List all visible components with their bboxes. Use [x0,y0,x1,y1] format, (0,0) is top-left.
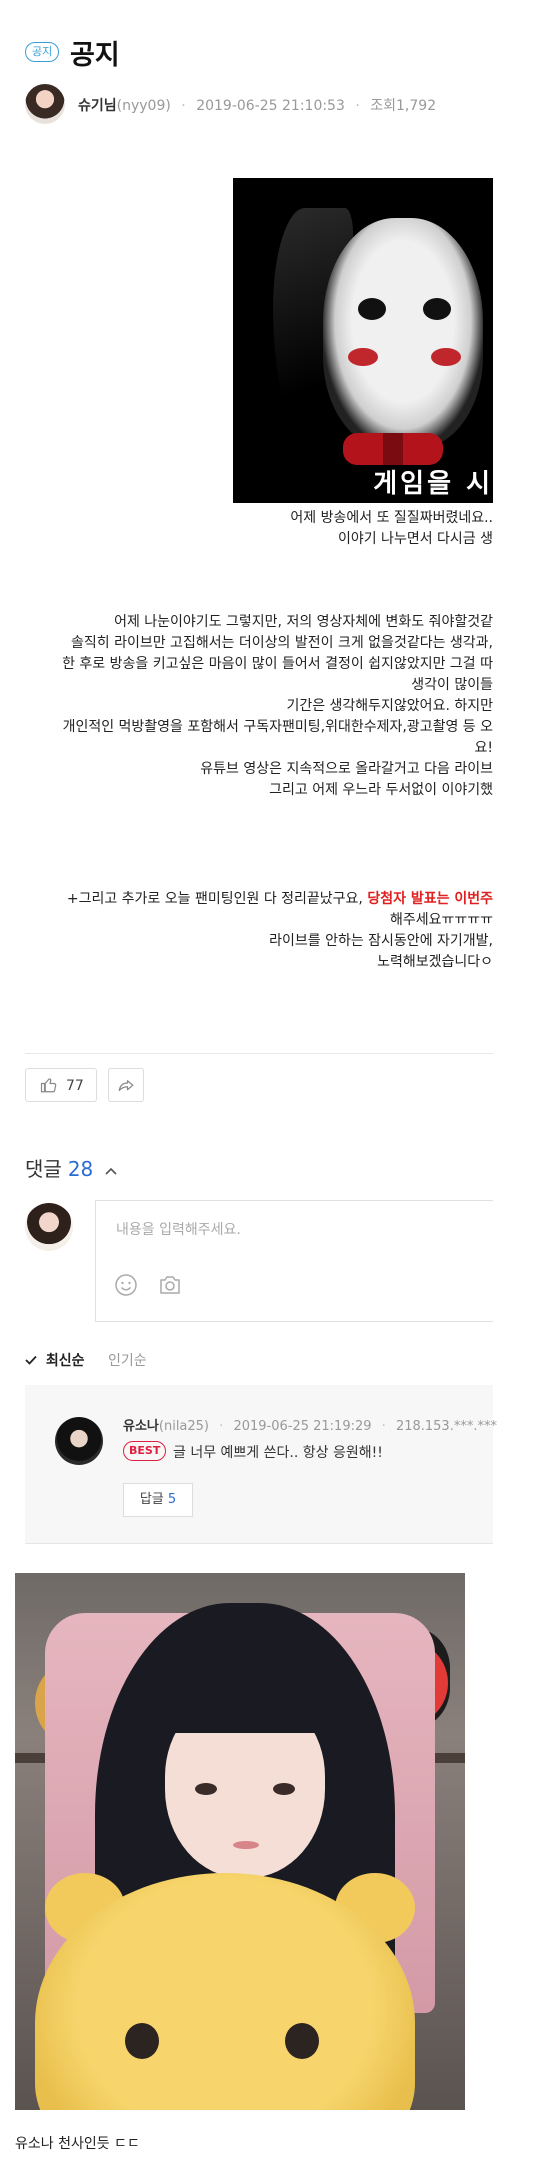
sort-latest-tab[interactable]: 최신순 [25,1350,85,1370]
article-line: 그리고 어제 우느라 두서없이 이야기했 [269,782,493,798]
emoji-icon[interactable] [114,1273,138,1303]
article-line-text: +그리고 추가로 오늘 팬미팅인원 다 정리끝났구요, [66,891,368,907]
article-paragraph-2: 어제 나눈이야기도 그렇지만, 저의 영상자체에 변화도 줘야할것같 솔직히 라… [62,612,493,801]
like-count: 77 [66,1078,84,1094]
article-paragraph-3: +그리고 추가로 오늘 팬미팅인원 다 정리끝났구요, 당첨자 발표는 이번주 … [67,889,493,973]
article-line: 어제 방송에서 또 질질짜버렸네요.. [290,510,493,526]
article-line: 유튜브 영상은 지속적으로 올라갈거고 다음 라이브 [200,761,493,777]
comment-placeholder: 내용을 입력해주세요. [116,1222,241,1238]
author-avatar[interactable] [25,84,65,124]
author-nickname[interactable]: 슈기님 [78,98,117,114]
check-icon [25,1353,46,1369]
reply-count: 5 [167,1492,177,1507]
article-line: 이야기 나누면서 다시금 생 [337,531,493,547]
photo-eye [273,1783,295,1795]
comment-ip: 218.153.***.*** [395,1419,497,1434]
meta-separator: · [381,1419,386,1434]
post-meta: 슈기님(nyy09) · 2019-06-25 21:10:53 · 조회1,7… [78,95,436,115]
article-line: 라이브를 안하는 잠시동안에 자기개발, [269,933,493,949]
article-line: 요! [474,740,494,756]
article-line: 해주세요ㅠㅠㅠㅠ [389,912,493,928]
views-label: 조회 [370,98,397,114]
my-avatar [25,1203,73,1251]
commenter-id: (nila25) [158,1419,210,1434]
photo-pooh-eye [125,2023,159,2059]
notice-badge: 공지 [25,42,60,62]
article-line: 생각이 많이들 [411,677,493,693]
photo-bangs [155,1663,335,1733]
article-line: 개인적인 먹방촬영을 포함해서 구독자팬미팅,위대한수제자,광고촬영 등 오 [62,719,493,735]
comment-input[interactable]: 내용을 입력해주세요. [95,1200,493,1322]
sort-latest-label: 최신순 [45,1353,85,1369]
commenter-nickname[interactable]: 유소나 [123,1419,159,1434]
meta-separator: · [181,98,186,114]
reply-button[interactable]: 답글 5 [123,1483,193,1517]
thumbs-up-icon [40,1069,58,1103]
article-line: 기간은 생각해두지않았어요. 하지만 [286,698,493,714]
image-caption: 게임을 시 [373,469,493,499]
image-mask-face [323,218,483,448]
comments-header[interactable]: 댓글 28 [25,1153,117,1182]
photo-eye [195,1783,217,1795]
like-button[interactable]: 77 [25,1068,97,1102]
chevron-up-icon[interactable] [101,1165,117,1180]
article-line: 노력해보겠습니다ㅇ [377,954,493,970]
commenter-avatar[interactable] [55,1417,103,1465]
share-icon [117,1075,135,1094]
comment-datetime: 2019-06-25 21:19:29 [233,1419,372,1434]
article-line: +그리고 추가로 오늘 팬미팅인원 다 정리끝났구요, 당첨자 발표는 이번주 [67,889,493,910]
author-id: (nyy09) [116,98,171,114]
meta-separator: · [355,98,360,114]
image-mask-cheek [348,348,378,366]
article-line: 솔직히 라이브만 고집해서는 더이상의 발전이 크게 없을것같다는 생각과, [71,635,493,651]
best-comment: 유소나(nila25) · 2019-06-25 21:19:29 · 218.… [25,1385,497,1544]
post-title: 공지 [70,40,120,71]
image-mask-eye [358,298,386,320]
image-mask-eye [423,298,451,320]
sort-popular-tab[interactable]: 인기순 [108,1350,147,1370]
image-bow-tie [343,433,443,465]
best-badge: BEST [123,1441,167,1461]
article-paragraph-1: 어제 방송에서 또 질질짜버렸네요.. 이야기 나누면서 다시금 생 [290,508,493,550]
article-line: 어제 나눈이야기도 그렇지만, 저의 영상자체에 변화도 줘야할것같 [114,614,493,630]
photo-lips [233,1841,259,1849]
post-datetime: 2019-06-25 21:10:53 [196,98,345,114]
photo-caption: 유소나 천사인듯 ㄷㄷ [15,2136,140,2152]
meta-separator: · [219,1419,224,1434]
divider [25,1053,493,1054]
camera-icon[interactable] [158,1273,182,1303]
views-count: 1,792 [396,98,437,114]
article-line: 한 후로 방송을 키고싶은 마음이 많이 들어서 결정이 쉽지않았지만 그걸 따 [62,656,493,672]
comment-text: 글 너무 예쁘게 쓴다.. 항상 응원해!! [173,1445,383,1461]
reply-label: 답글 [139,1492,164,1507]
article-image: 게임을 시 [233,178,493,503]
comments-label: 댓글 [25,1157,62,1181]
comments-count: 28 [67,1157,94,1181]
image-mask-cheek [431,348,461,366]
share-button[interactable] [108,1068,144,1102]
photo-pooh-eye [285,2023,319,2059]
streamer-photo [15,1573,465,2110]
highlight-text: 당첨자 발표는 이번주 [367,891,493,907]
comment-meta: 유소나(nila25) · 2019-06-25 21:19:29 · 218.… [123,1415,497,1434]
